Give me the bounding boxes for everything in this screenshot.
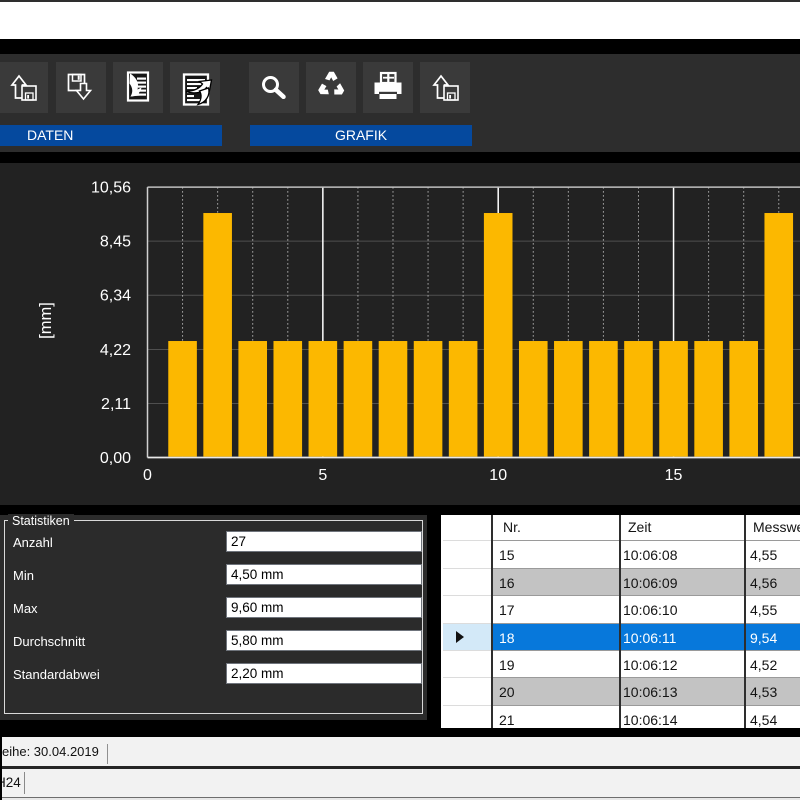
svg-text:4,22: 4,22 — [100, 342, 131, 359]
svg-text:5: 5 — [318, 467, 327, 484]
svg-text:0: 0 — [143, 467, 152, 484]
svg-text:0,00: 0,00 — [100, 450, 131, 467]
svg-text:[mm]: [mm] — [37, 302, 55, 339]
svg-text:2,11: 2,11 — [101, 396, 131, 413]
svg-text:10: 10 — [489, 467, 507, 484]
svg-text:15: 15 — [665, 467, 683, 484]
svg-text:10,56: 10,56 — [91, 180, 131, 197]
svg-text:6,34: 6,34 — [100, 288, 131, 305]
svg-text:8,45: 8,45 — [100, 234, 131, 251]
